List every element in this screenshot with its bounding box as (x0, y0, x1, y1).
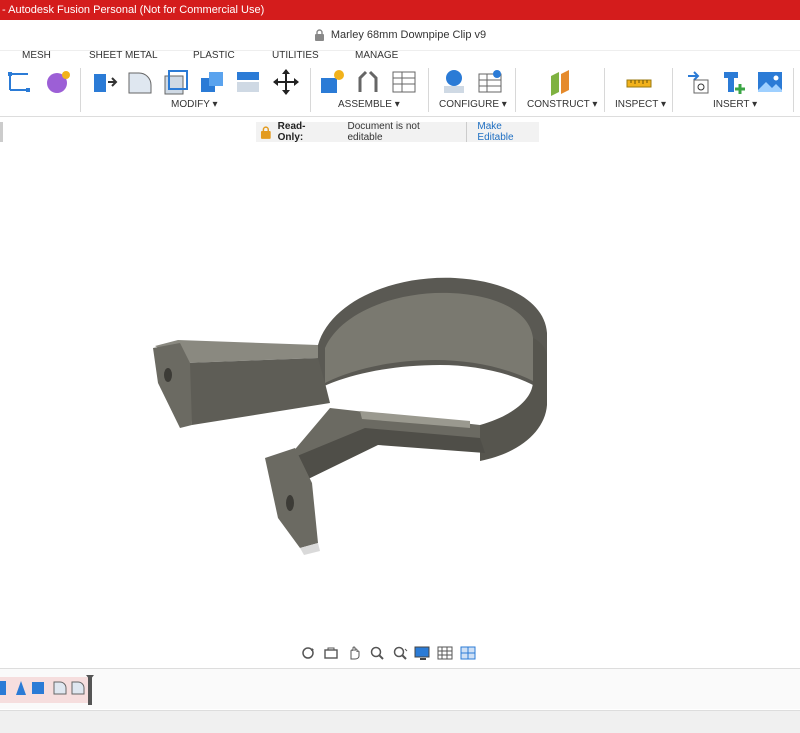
orbit-icon[interactable] (298, 644, 318, 662)
group-assemble[interactable]: ASSEMBLE ▾ (338, 99, 400, 110)
ribbon-separator (428, 68, 429, 112)
document-title: Marley 68mm Downpipe Clip v9 (330, 29, 487, 41)
insert-mcmaster-icon[interactable] (720, 68, 748, 96)
lock-icon (314, 29, 324, 41)
move-icon[interactable] (272, 68, 300, 96)
document-title-bar: Marley 68mm Downpipe Clip v9 (0, 20, 800, 51)
insert-derive-icon[interactable] (684, 68, 712, 96)
navigation-bar (298, 642, 479, 664)
shell-icon[interactable] (162, 68, 190, 96)
form-icon[interactable] (44, 68, 72, 96)
banner-divider (466, 122, 468, 142)
ribbon-separator (793, 68, 794, 112)
group-modify[interactable]: MODIFY ▾ (171, 99, 218, 110)
ribbon-tabs: MESH SHEET METAL PLASTIC UTILITIES MANAG… (0, 50, 800, 64)
status-bar (0, 710, 800, 733)
lock-icon (260, 125, 271, 139)
ribbon-separator (310, 68, 311, 112)
look-at-icon[interactable] (321, 644, 341, 662)
configure-icon[interactable] (440, 68, 468, 96)
tab-manage[interactable]: MANAGE (355, 50, 398, 61)
timeline-bar (0, 668, 800, 709)
ribbon-separator (80, 68, 81, 112)
browser-panel-edge[interactable] (0, 122, 3, 142)
zoom-icon[interactable] (367, 644, 387, 662)
offset-plane-icon[interactable] (546, 68, 574, 96)
fillet-icon[interactable] (126, 68, 154, 96)
group-construct[interactable]: CONSTRUCT ▾ (527, 99, 597, 110)
replace-face-icon[interactable] (234, 68, 262, 96)
read-only-label: Read-Only: (277, 121, 306, 143)
configuration-table-icon[interactable] (476, 68, 504, 96)
tab-sheet-metal[interactable]: SHEET METAL (89, 50, 158, 61)
ribbon-separator (672, 68, 673, 112)
canvas-viewport[interactable] (0, 143, 800, 668)
press-pull-icon[interactable] (90, 68, 118, 96)
timeline-features[interactable] (0, 669, 100, 709)
grid-settings-icon[interactable] (436, 644, 456, 662)
ribbon-toolbar: MODIFY ▾ ASSEMBLE ▾ CONFIGURE ▾ CONSTRUC… (0, 64, 800, 117)
combine-icon[interactable] (198, 68, 226, 96)
window-title: - Autodesk Fusion Personal (Not for Comm… (2, 4, 265, 16)
ribbon-separator (604, 68, 605, 112)
tab-mesh[interactable]: MESH (22, 50, 51, 61)
pan-hand-icon[interactable] (344, 644, 364, 662)
group-insert[interactable]: INSERT ▾ (713, 99, 757, 110)
read-only-banner: Read-Only: Document is not editable Make… (256, 121, 539, 143)
insert-canvas-icon[interactable] (756, 68, 784, 96)
group-configure[interactable]: CONFIGURE ▾ (439, 99, 507, 110)
tab-utilities[interactable]: UTILITIES (272, 50, 319, 61)
make-editable-link[interactable]: Make Editable (477, 121, 539, 143)
joint-icon[interactable] (354, 68, 382, 96)
zoom-window-icon[interactable] (390, 644, 410, 662)
tab-plastic[interactable]: PLASTIC (193, 50, 235, 61)
viewports-icon[interactable] (459, 644, 479, 662)
read-only-message: Document is not editable (347, 121, 420, 143)
new-component-icon[interactable] (318, 68, 346, 96)
downpipe-clip-model[interactable] (153, 277, 547, 555)
display-settings-icon[interactable] (413, 644, 433, 662)
sketch-dimension-icon[interactable] (6, 68, 34, 96)
ribbon-separator (515, 68, 516, 112)
table-icon[interactable] (390, 68, 418, 96)
measure-icon[interactable] (625, 68, 653, 96)
group-inspect[interactable]: INSPECT ▾ (615, 99, 666, 110)
window-titlebar: - Autodesk Fusion Personal (Not for Comm… (0, 0, 800, 20)
